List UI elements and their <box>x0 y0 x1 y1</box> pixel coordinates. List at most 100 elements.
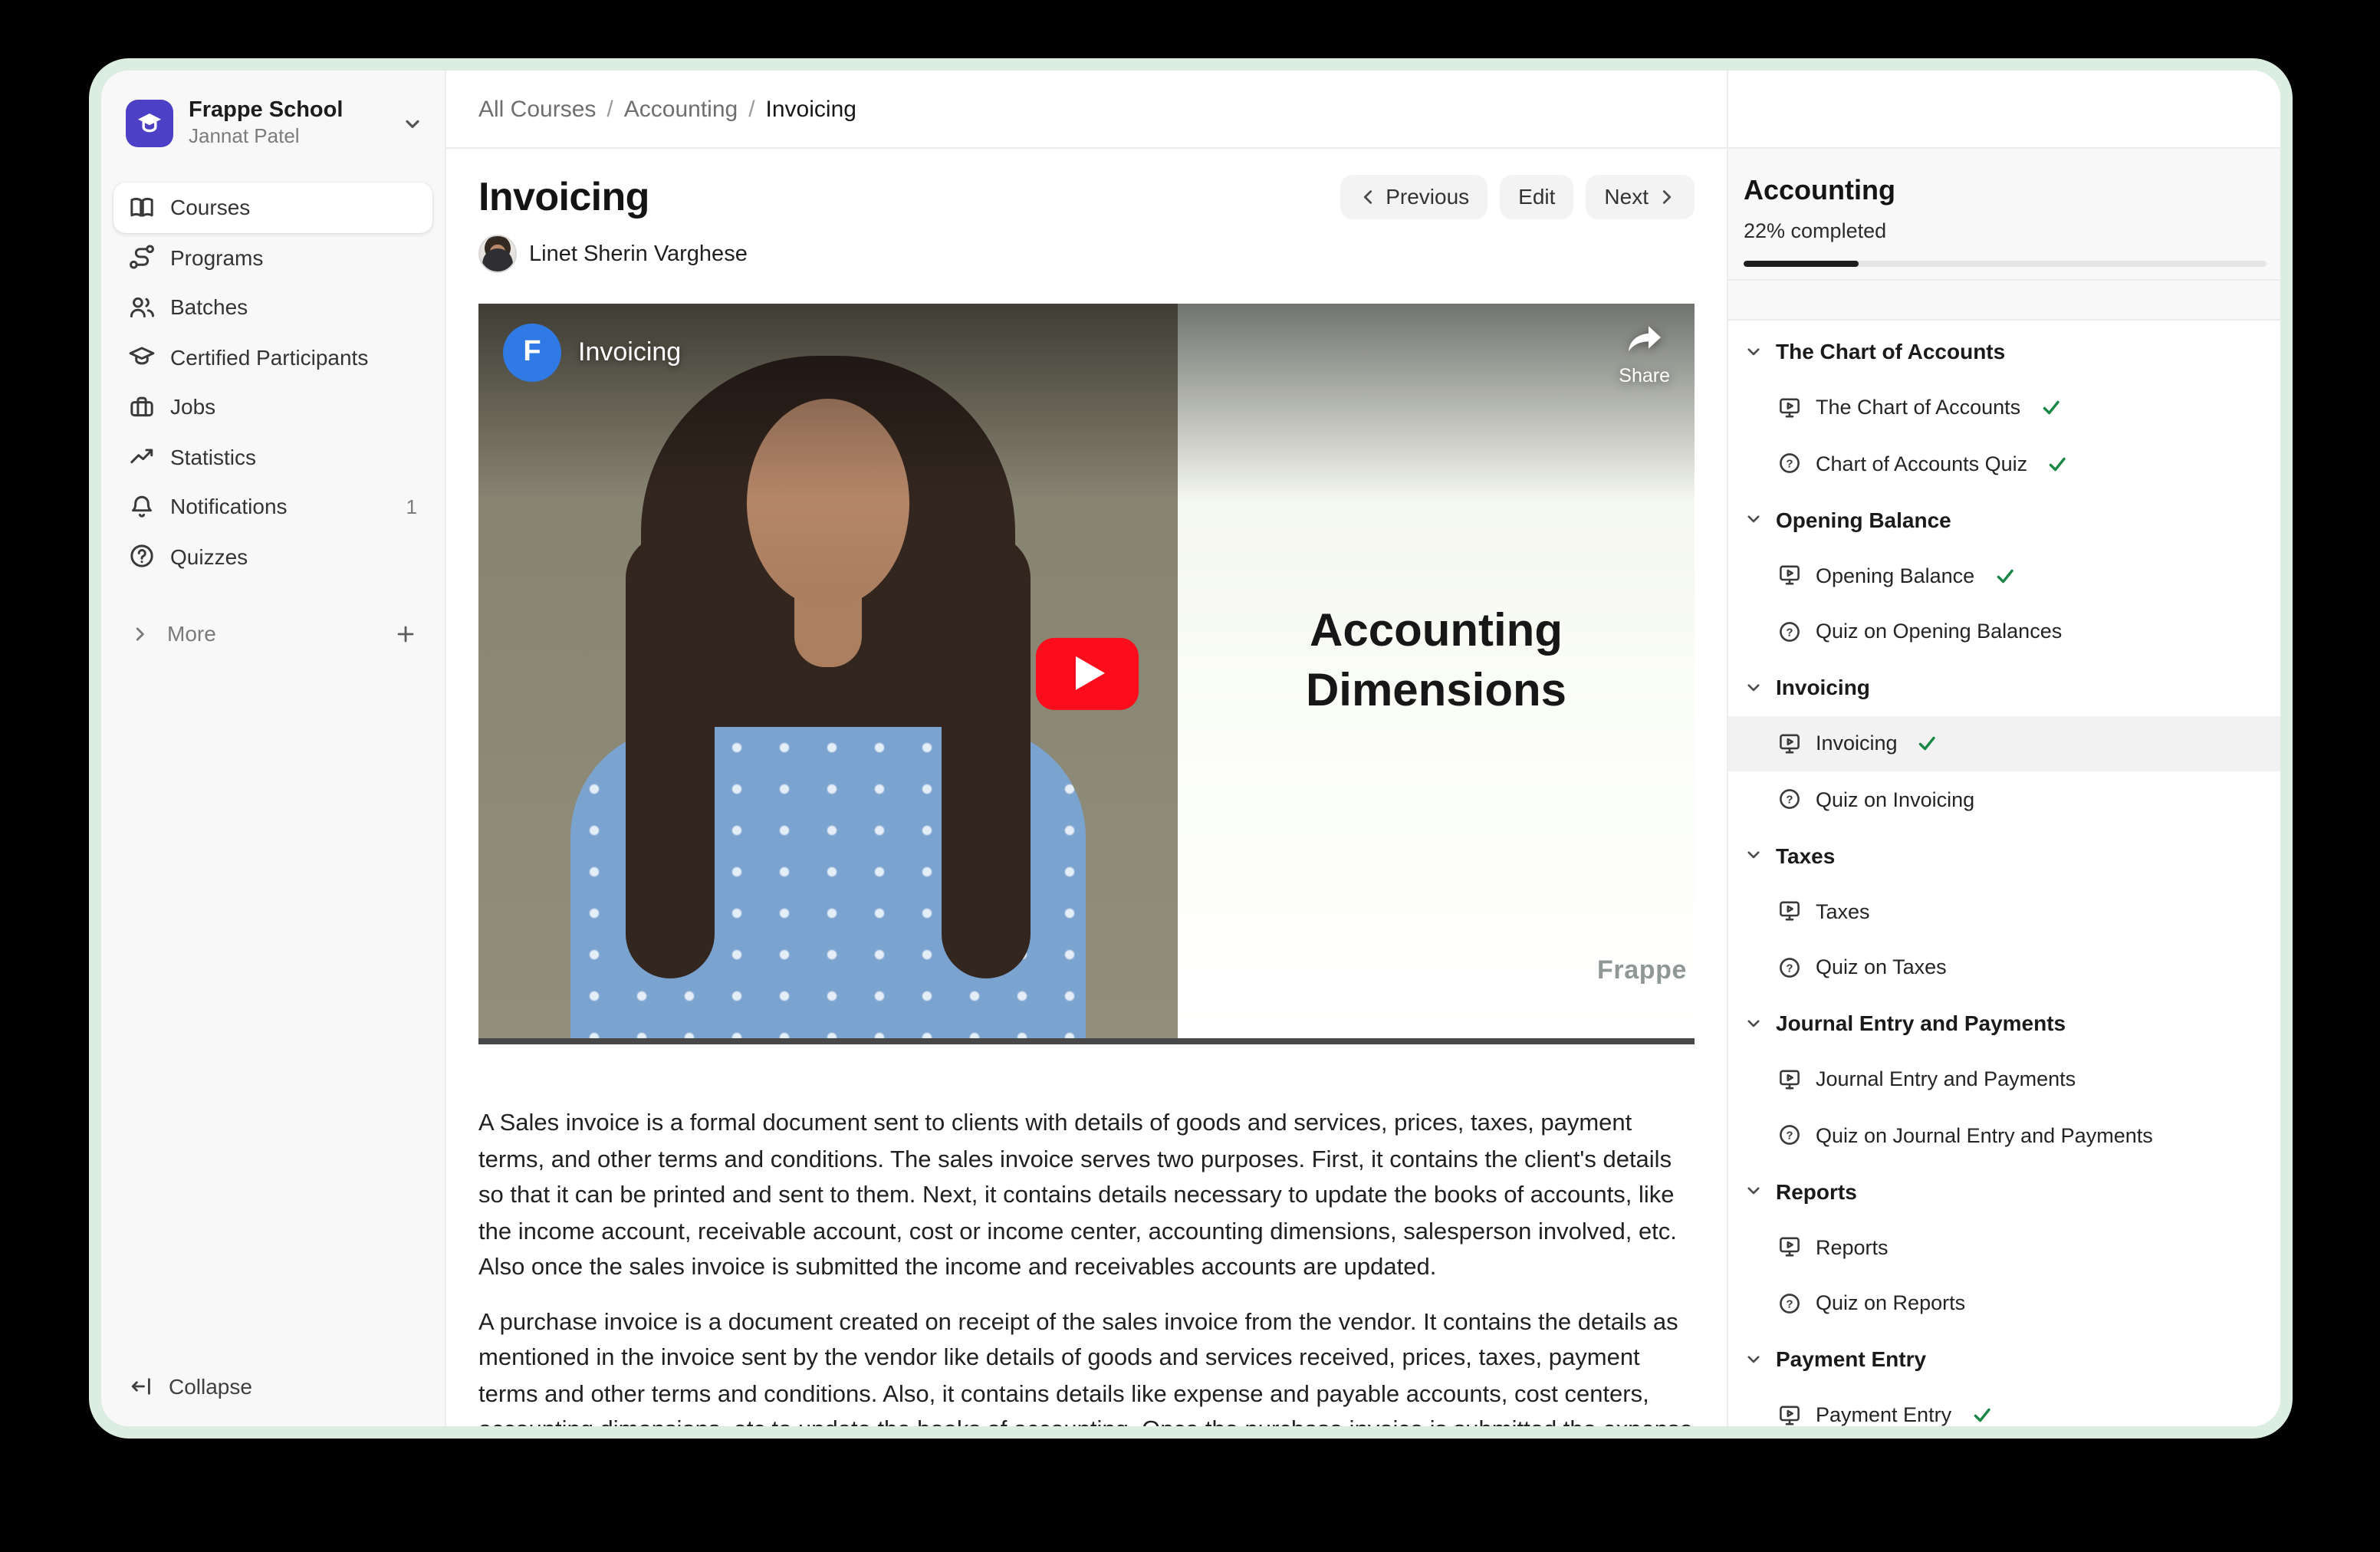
outline-quiz-item[interactable]: ? Quiz on Journal Entry and Payments <box>1728 1107 2280 1163</box>
video-player[interactable]: Accounting Dimensions F Invoicing Share … <box>478 304 1695 1044</box>
notification-count-badge: 1 <box>406 495 417 518</box>
next-button[interactable]: Next <box>1586 174 1695 219</box>
check-icon <box>1918 734 1938 754</box>
share-button[interactable]: Share <box>1619 322 1670 386</box>
outline-item-label: Journal Entry and Payments <box>1816 1068 2076 1091</box>
collapse-sidebar-button[interactable]: Collapse <box>113 1361 432 1411</box>
outline-subheader-strip <box>1728 281 2280 321</box>
presenter-face <box>747 399 909 607</box>
outline-lesson-item[interactable]: The Chart of Accounts <box>1728 380 2280 436</box>
outline-quiz-item[interactable]: ? Quiz on Invoicing <box>1728 771 2280 827</box>
page-title: Invoicing <box>478 172 649 221</box>
chapter-journal-entry-payments[interactable]: Journal Entry and Payments <box>1728 995 2280 1051</box>
svg-text:?: ? <box>1786 626 1793 639</box>
chevron-left-icon <box>1358 186 1376 206</box>
outline-lesson-item[interactable]: Opening Balance <box>1728 547 2280 603</box>
outline-item-label: Reports <box>1816 1236 1889 1259</box>
chapter-title: Journal Entry and Payments <box>1776 1011 2066 1036</box>
chapter-opening-balance[interactable]: Opening Balance <box>1728 492 2280 547</box>
lesson-screen-icon <box>1777 1403 1802 1427</box>
share-label: Share <box>1619 365 1670 386</box>
author-avatar <box>478 235 517 273</box>
bell-icon <box>129 494 155 520</box>
chevron-down-icon[interactable] <box>402 113 423 134</box>
graduation-cap-logo-icon <box>135 109 164 138</box>
slide-text: Accounting Dimensions <box>1237 600 1635 720</box>
chapter-title: Reports <box>1776 1179 1857 1204</box>
breadcrumb-accounting[interactable]: Accounting <box>624 96 738 122</box>
book-open-icon <box>129 195 155 221</box>
lesson-screen-icon <box>1777 899 1802 924</box>
sidebar-item-label: Quizzes <box>170 544 248 569</box>
sidebar-item-batches[interactable]: Batches <box>113 282 432 332</box>
workspace-user: Jannat Patel <box>189 124 343 149</box>
sidebar-more-toggle[interactable]: More <box>113 609 432 659</box>
sidebar-nav: Courses Programs Batches Certified Parti… <box>101 182 445 581</box>
lesson-screen-icon <box>1777 732 1802 756</box>
share-arrow-icon <box>1625 322 1665 354</box>
chapter-payment-entry[interactable]: Payment Entry <box>1728 1331 2280 1387</box>
course-progress-header: Accounting 22% completed <box>1728 149 2280 281</box>
main-area: All Courses / Accounting / Invoicing Inv… <box>446 71 1727 1426</box>
sidebar-item-statistics[interactable]: Statistics <box>113 432 432 482</box>
outline-item-label: Payment Entry <box>1816 1404 1951 1427</box>
progress-bar <box>1744 261 2267 267</box>
sidebar-item-courses[interactable]: Courses <box>113 182 432 232</box>
lesson-screen-icon <box>1777 564 1802 588</box>
outline-item-label: Quiz on Invoicing <box>1816 788 1974 811</box>
check-icon <box>2040 398 2060 418</box>
svg-text:?: ? <box>1786 458 1793 471</box>
author-name: Linet Sherin Varghese <box>529 242 748 266</box>
video-title[interactable]: Invoicing <box>578 337 681 368</box>
quiz-question-icon: ? <box>1777 1123 1802 1148</box>
workspace-switcher[interactable]: Frappe School Jannat Patel <box>101 71 445 149</box>
workspace-name: Frappe School <box>189 98 343 124</box>
sidebar-item-label: Courses <box>170 196 250 220</box>
breadcrumb-separator: / <box>748 96 754 122</box>
sidebar-item-quizzes[interactable]: Quizzes <box>113 531 432 581</box>
previous-label: Previous <box>1386 184 1469 209</box>
previous-button[interactable]: Previous <box>1340 174 1488 219</box>
outline-quiz-item[interactable]: ? Quiz on Reports <box>1728 1275 2280 1331</box>
collapse-left-icon <box>129 1374 153 1399</box>
edit-button[interactable]: Edit <box>1500 174 1573 219</box>
route-icon <box>129 245 155 271</box>
sidebar-item-programs[interactable]: Programs <box>113 232 432 282</box>
outline-lesson-item[interactable]: Reports <box>1728 1219 2280 1275</box>
users-icon <box>129 294 155 321</box>
outline-quiz-item[interactable]: ? Quiz on Taxes <box>1728 939 2280 995</box>
outline-quiz-item[interactable]: ? Quiz on Opening Balances <box>1728 603 2280 659</box>
chapter-reports[interactable]: Reports <box>1728 1163 2280 1219</box>
course-title: Accounting <box>1744 173 2267 207</box>
outline-lesson-item-active[interactable]: Invoicing <box>1728 715 2280 771</box>
channel-avatar[interactable]: F <box>503 324 561 382</box>
outline-lesson-item[interactable]: Taxes <box>1728 883 2280 939</box>
frappe-watermark: Frappe <box>1597 955 1687 986</box>
window-frame: Frappe School Jannat Patel Courses Progr… <box>89 58 2293 1439</box>
breadcrumb-all-courses[interactable]: All Courses <box>478 96 596 122</box>
outline-item-label: Quiz on Journal Entry and Payments <box>1816 1124 2153 1147</box>
outline-lesson-item[interactable]: Journal Entry and Payments <box>1728 1051 2280 1107</box>
chapter-invoicing[interactable]: Invoicing <box>1728 659 2280 715</box>
chapter-chart-of-accounts[interactable]: The Chart of Accounts <box>1728 324 2280 380</box>
sidebar-item-jobs[interactable]: Jobs <box>113 382 432 432</box>
youtube-play-button[interactable] <box>1035 637 1138 709</box>
chapter-taxes[interactable]: Taxes <box>1728 827 2280 883</box>
quiz-question-icon: ? <box>1777 1291 1802 1316</box>
sidebar-item-certified-participants[interactable]: Certified Participants <box>113 332 432 382</box>
outline-quiz-item[interactable]: ? Chart of Accounts Quiz <box>1728 436 2280 492</box>
check-icon <box>1994 566 2014 586</box>
outline-item-label: Quiz on Opening Balances <box>1816 620 2062 643</box>
sidebar-item-notifications[interactable]: Notifications 1 <box>113 482 432 531</box>
outline-item-label: The Chart of Accounts <box>1816 396 2020 419</box>
outline-item-label: Quiz on Taxes <box>1816 956 1947 979</box>
sidebar-item-label: Certified Participants <box>170 345 368 370</box>
course-progress-label: 22% completed <box>1744 218 2267 245</box>
add-course-button[interactable] <box>394 623 417 646</box>
breadcrumb-separator: / <box>607 96 613 122</box>
outline-list: The Chart of Accounts The Chart of Accou… <box>1728 321 2280 1426</box>
outline-item-label: Taxes <box>1816 900 1870 923</box>
sidebar-item-label: Programs <box>170 245 263 270</box>
outline-lesson-item[interactable]: Payment Entry <box>1728 1387 2280 1426</box>
progress-bar-fill <box>1744 261 1859 267</box>
